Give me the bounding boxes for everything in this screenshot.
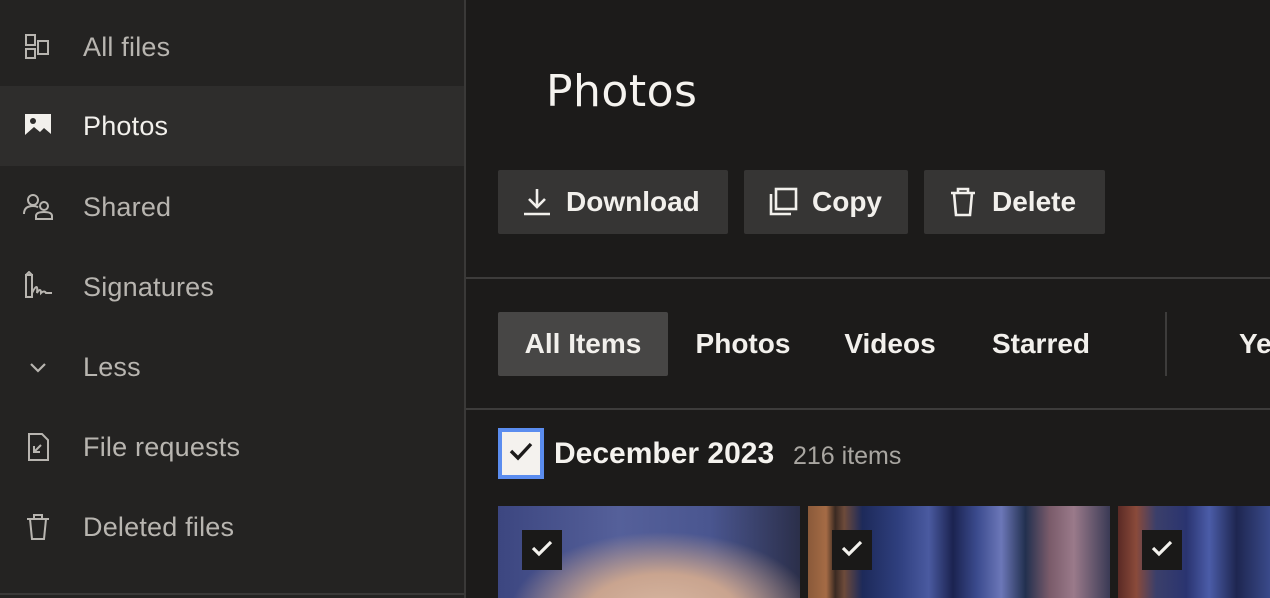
filters-divider (466, 408, 1270, 410)
sidebar-item-all-files[interactable]: All files (0, 7, 464, 87)
trash-icon (946, 185, 980, 219)
file-requests-icon (22, 431, 54, 463)
sidebar-item-label: Deleted files (83, 511, 235, 542)
sidebar-item-label: Photos (83, 110, 169, 141)
checkmark-icon (841, 539, 863, 562)
copy-icon (766, 185, 800, 219)
sidebar-item-label: Signatures (83, 271, 215, 302)
sidebar-item-photos[interactable]: Photos (0, 86, 464, 166)
tab-starred[interactable]: Starred (976, 312, 1106, 376)
checkmark-icon (509, 441, 533, 466)
tab-all-items[interactable]: All Items (498, 312, 668, 376)
main-content: Photos Download Copy Delete All Items Ph… (466, 0, 1270, 598)
delete-button[interactable]: Delete (924, 170, 1105, 234)
all-files-icon (22, 31, 54, 63)
page-title: Photos (546, 66, 698, 117)
photo-thumbnail[interactable] (498, 506, 800, 598)
group-title: December 2023 (554, 437, 775, 470)
sidebar-item-file-requests[interactable]: File requests (0, 407, 464, 487)
chevron-down-icon (22, 351, 54, 383)
tab-videos[interactable]: Videos (830, 312, 950, 376)
photos-icon (22, 110, 54, 142)
checkmark-icon (1151, 539, 1173, 562)
copy-button-label: Copy (812, 186, 882, 217)
sidebar-item-shared[interactable]: Shared (0, 167, 464, 247)
sidebar-item-label: Less (83, 351, 141, 382)
thumbnail-select-checkbox[interactable] (832, 530, 872, 570)
trash-icon (22, 511, 54, 543)
filter-separator (1165, 312, 1167, 376)
sidebar-item-deleted-files[interactable]: Deleted files (0, 487, 464, 567)
copy-button[interactable]: Copy (744, 170, 908, 234)
group-item-count: 216 items (793, 442, 902, 470)
tab-years[interactable]: Ye (1239, 312, 1270, 376)
app-window: All files Photos Shared Signatures Less … (0, 0, 1270, 598)
download-button[interactable]: Download (498, 170, 728, 234)
sidebar-item-label: Shared (83, 191, 172, 222)
thumbnail-select-checkbox[interactable] (1142, 530, 1182, 570)
download-icon (520, 185, 554, 219)
sidebar-divider-line (0, 593, 464, 595)
photo-thumbnail[interactable] (1118, 506, 1270, 598)
sidebar-item-label: File requests (83, 431, 241, 462)
toolbar-divider (466, 277, 1270, 279)
sidebar-item-less[interactable]: Less (0, 327, 464, 407)
checkmark-icon (531, 539, 553, 562)
sidebar: All files Photos Shared Signatures Less … (0, 0, 464, 598)
download-button-label: Download (566, 186, 700, 217)
group-select-checkbox[interactable] (498, 428, 544, 479)
shared-icon (22, 191, 54, 223)
photo-thumbnail[interactable] (808, 506, 1110, 598)
delete-button-label: Delete (992, 186, 1077, 217)
tab-photos[interactable]: Photos (680, 312, 806, 376)
sidebar-item-label: All files (83, 31, 171, 62)
sidebar-item-signatures[interactable]: Signatures (0, 247, 464, 327)
thumbnail-select-checkbox[interactable] (522, 530, 562, 570)
signatures-icon (22, 271, 54, 303)
